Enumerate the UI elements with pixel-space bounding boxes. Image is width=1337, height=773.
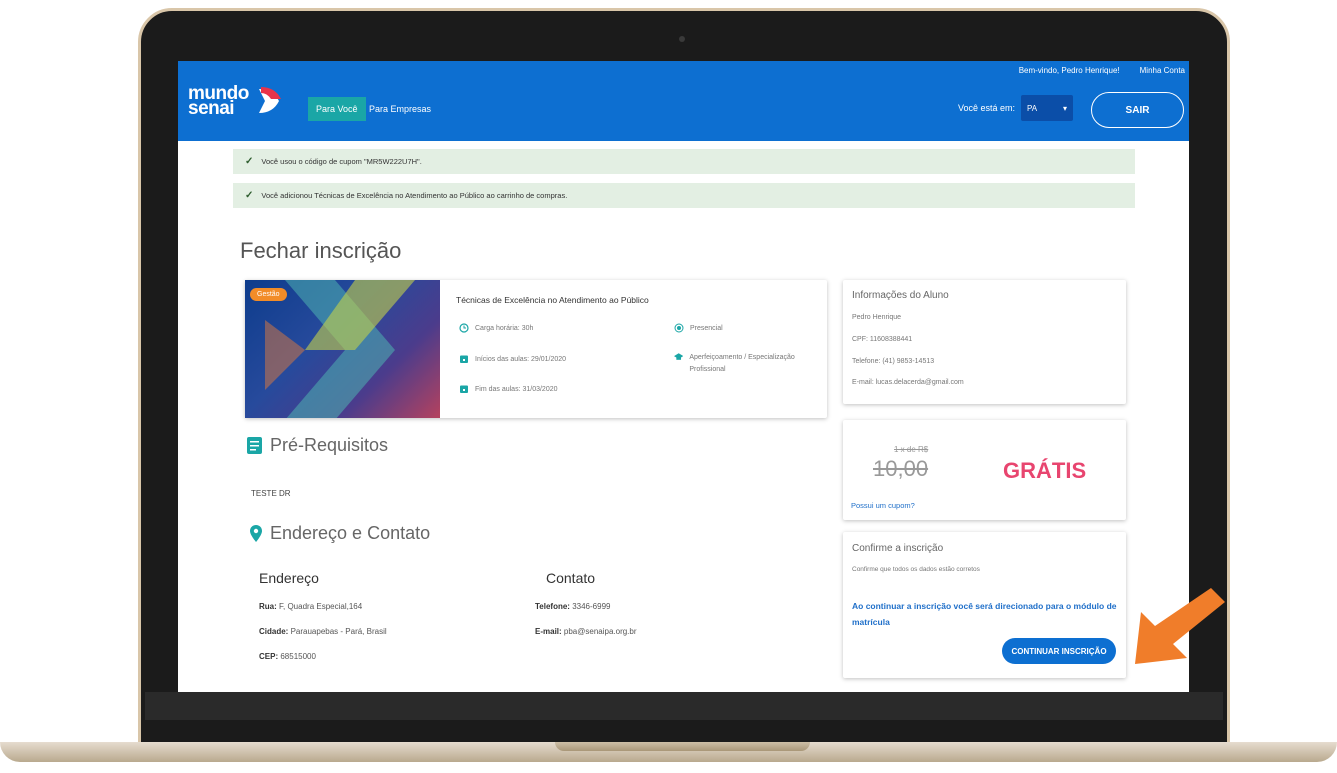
state-select[interactable]: PA ▾ (1021, 95, 1074, 121)
alert-text: Você adicionou Técnicas de Excelência no… (261, 191, 568, 200)
check-icon: ✓ (245, 156, 254, 167)
street-line: Rua: F, Quadra Especial,164 (259, 602, 362, 611)
nav-para-voce[interactable]: Para Você (308, 97, 366, 121)
installment-text: 1 x de R$ (894, 445, 929, 454)
city-value: Parauapebas - Pará, Brasil (290, 627, 387, 636)
street-value: F, Quadra Especial,164 (279, 602, 363, 611)
location-selector: Você está em: PA ▾ (958, 95, 1074, 121)
alert-cart: ✓ Você adicionou Técnicas de Excelência … (233, 183, 1135, 208)
student-name: Pedro Henrique (852, 314, 902, 321)
top-bar: Bem-vindo, Pedro Henrique! Minha Conta (1019, 61, 1189, 79)
category-badge: Gestão (250, 288, 287, 301)
welcome-text: Bem-vindo, Pedro Henrique! (1018, 65, 1120, 75)
email-label: E-mail: (535, 627, 562, 636)
nav-para-empresas[interactable]: Para Empresas (361, 97, 439, 121)
free-label: GRÁTIS (1003, 458, 1087, 483)
email-line: E-mail: pba@senaipa.org.br (535, 627, 637, 636)
logout-button[interactable]: SAIR (1091, 92, 1184, 128)
email-value: pba@senaipa.org.br (563, 627, 637, 636)
logo[interactable]: mundo senai (188, 84, 285, 118)
start-date-item: Inícios das aulas: 29/01/2020 (459, 354, 566, 364)
confirm-subtext: Confirme que todos os dados estão corret… (852, 566, 980, 573)
course-image: Gestão (245, 280, 440, 418)
cep-value: 68515000 (280, 652, 316, 661)
confirm-notice: Ao continuar a inscrição você será direc… (852, 601, 1117, 627)
prereq-title: Pré-Requisitos (270, 435, 389, 455)
student-heading: Informações do Aluno (852, 290, 949, 301)
type-item: Aperfeiçoamento / Especialização Profiss… (674, 352, 824, 376)
prereq-text: TESTE DR (251, 489, 291, 498)
prereq-heading: Pré-Requisitos (247, 435, 388, 456)
student-cpf: CPF: 11608388441 (852, 336, 913, 343)
clock-icon (459, 323, 469, 333)
dropdown-arrow-icon: ▾ (1063, 103, 1068, 113)
student-phone: Telefone: (41) 9853-14513 (852, 358, 935, 365)
mode-item: Presencial (674, 323, 723, 333)
student-email: E-mail: lucas.delacerda@gmail.com (852, 379, 964, 386)
calendar-icon (460, 385, 468, 393)
calendar-icon (460, 355, 468, 363)
my-account-link[interactable]: Minha Conta (1140, 66, 1185, 75)
type-text: Aperfeiçoamento / Especialização Profiss… (689, 354, 795, 373)
phone-line: Telefone: 3346-6999 (535, 602, 610, 611)
cep-line: CEP: 68515000 (259, 652, 316, 661)
workload-text: Carga horária: 30h (475, 324, 534, 332)
laptop-notch (555, 742, 810, 751)
end-date-text: Fim das aulas: 31/03/2020 (475, 385, 558, 393)
address-heading: Endereço e Contato (250, 523, 430, 544)
check-icon: ✓ (245, 190, 254, 201)
continue-button[interactable]: CONTINUAR INSCRIÇÃO (1002, 638, 1116, 664)
course-card: Gestão Técnicas de Excelência no Atendim… (245, 280, 827, 418)
page-title: Fechar inscrição (240, 238, 402, 263)
student-info-card: Informações do Aluno Pedro Henrique CPF:… (843, 280, 1126, 404)
contact-subheading: Contato (546, 570, 596, 586)
coupon-link[interactable]: Possui um cupom? (851, 501, 915, 510)
alert-coupon: ✓ Você usou o código de cupom "MR5W222U7… (233, 149, 1135, 174)
city-line: Cidade: Parauapebas - Pará, Brasil (259, 627, 387, 636)
street-label: Rua: (259, 602, 277, 611)
address-title: Endereço e Contato (270, 523, 431, 543)
map-pin-icon (250, 525, 262, 542)
course-title: Técnicas de Excelência no Atendimento ao… (456, 295, 649, 305)
phone-label: Telefone: (535, 602, 570, 611)
pointer-arrow-icon (1135, 588, 1225, 664)
cep-label: CEP: (259, 652, 279, 661)
price-card: 1 x de R$ 10,00 GRÁTIS Possui um cupom? (843, 420, 1126, 520)
state-value: PA (1027, 103, 1038, 113)
screen: Bem-vindo, Pedro Henrique! Minha Conta m… (178, 61, 1189, 692)
camera-icon (679, 36, 685, 42)
phone-value: 3346-6999 (572, 602, 611, 611)
address-subheading: Endereço (259, 570, 319, 586)
graduation-cap-icon (674, 353, 684, 360)
end-date-item: Fim das aulas: 31/03/2020 (459, 384, 558, 394)
alert-text: Você usou o código de cupom "MR5W222U7H"… (261, 157, 422, 166)
location-target-icon (674, 323, 684, 333)
document-icon (247, 437, 262, 454)
old-price: 10,00 (873, 456, 929, 481)
senai-logo-icon (258, 87, 281, 113)
laptop-bezel (145, 692, 1223, 720)
site-header: Bem-vindo, Pedro Henrique! Minha Conta m… (178, 61, 1189, 141)
confirm-card: Confirme a inscrição Confirme que todos … (843, 532, 1126, 678)
confirm-heading: Confirme a inscrição (852, 543, 944, 554)
workload-item: Carga horária: 30h (459, 323, 533, 333)
mode-text: Presencial (690, 324, 723, 332)
city-label: Cidade: (259, 627, 289, 636)
start-date-text: Inícios das aulas: 29/01/2020 (475, 355, 567, 363)
location-label: Você está em: (958, 103, 1016, 113)
